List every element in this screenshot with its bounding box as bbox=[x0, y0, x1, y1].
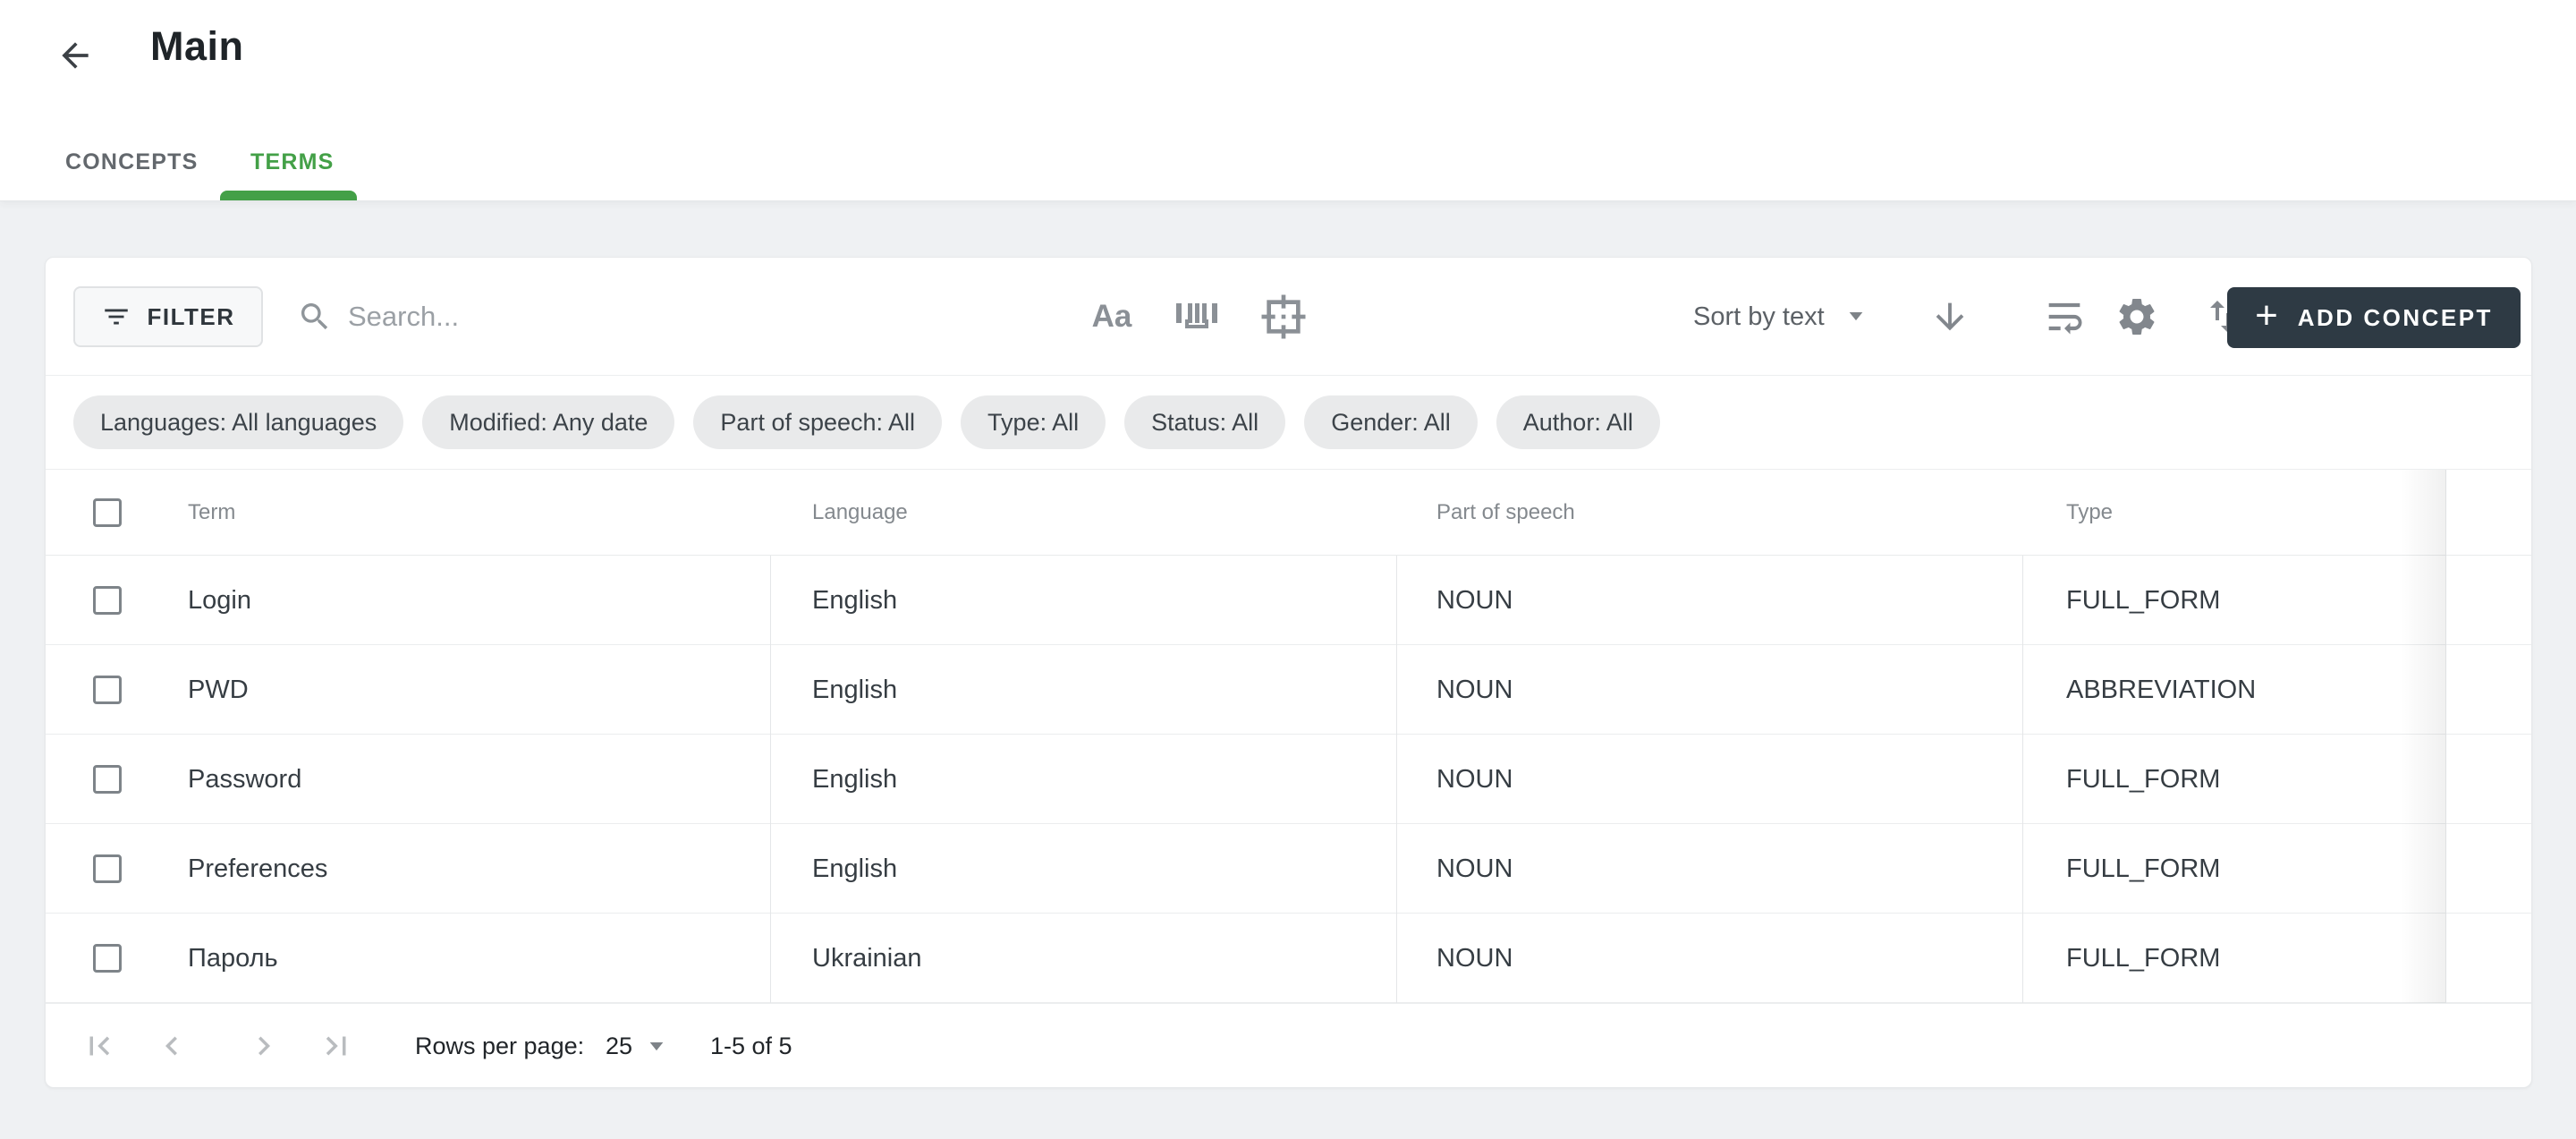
back-button[interactable] bbox=[50, 30, 100, 81]
add-concept-label: ADD CONCEPT bbox=[2298, 304, 2493, 332]
first-page-icon bbox=[80, 1027, 118, 1065]
chip-modified[interactable]: Modified: Any date bbox=[422, 395, 674, 449]
chip-author[interactable]: Author: All bbox=[1496, 395, 1660, 449]
last-page-button[interactable] bbox=[317, 1026, 356, 1066]
row-checkbox[interactable] bbox=[93, 765, 122, 794]
chip-part-of-speech[interactable]: Part of speech: All bbox=[693, 395, 942, 449]
table-header: Term Language Part of speech Type bbox=[46, 470, 2531, 556]
cell-term: Login bbox=[188, 556, 251, 645]
column-header-language: Language bbox=[812, 470, 908, 556]
table-row[interactable]: Login English NOUN FULL_FORM bbox=[46, 556, 2531, 645]
content-area: FILTER Aa bbox=[0, 200, 2576, 1139]
row-checkbox[interactable] bbox=[93, 676, 122, 704]
cell-language: Ukrainian bbox=[812, 914, 922, 1003]
whole-word-button[interactable] bbox=[1167, 292, 1224, 342]
row-checkbox[interactable] bbox=[93, 586, 122, 615]
cell-term: Пароль bbox=[188, 914, 278, 1003]
chip-type[interactable]: Type: All bbox=[961, 395, 1106, 449]
tab-terms[interactable]: TERMS bbox=[250, 141, 335, 183]
arrow-down-icon bbox=[1929, 296, 1970, 337]
gear-icon bbox=[2114, 294, 2159, 339]
table-row[interactable]: PWD English NOUN ABBREVIATION bbox=[46, 645, 2531, 735]
cell-language: English bbox=[812, 824, 897, 914]
filter-chips-row: Languages: All languages Modified: Any d… bbox=[46, 376, 2531, 469]
cell-language: English bbox=[812, 645, 897, 735]
app-root: Main CONCEPTS TERMS FILTER Aa bbox=[0, 0, 2576, 1139]
row-checkbox[interactable] bbox=[93, 944, 122, 973]
last-page-icon bbox=[318, 1027, 355, 1065]
cell-term: Password bbox=[188, 735, 301, 824]
caret-down-icon[interactable] bbox=[647, 1041, 666, 1054]
tab-concepts[interactable]: CONCEPTS bbox=[65, 141, 199, 183]
pagination-range: 1-5 of 5 bbox=[710, 1004, 792, 1089]
cell-part-of-speech: NOUN bbox=[1436, 645, 1513, 735]
chevron-right-icon bbox=[245, 1027, 283, 1065]
table-footer: Rows per page: 25 1-5 of 5 bbox=[46, 1003, 2531, 1088]
rows-per-page-label: Rows per page: bbox=[415, 1004, 584, 1089]
chevron-left-icon bbox=[153, 1027, 191, 1065]
previous-page-button[interactable] bbox=[152, 1026, 191, 1066]
sort-by-select[interactable]: Sort by text bbox=[1693, 290, 1866, 344]
exact-match-button[interactable] bbox=[1255, 292, 1312, 342]
cell-part-of-speech: NOUN bbox=[1436, 914, 1513, 1003]
column-divider bbox=[770, 556, 771, 1003]
column-header-part-of-speech: Part of speech bbox=[1436, 470, 1575, 556]
whole-word-icon bbox=[1171, 296, 1221, 337]
chip-languages[interactable]: Languages: All languages bbox=[73, 395, 403, 449]
table-row[interactable]: Preferences English NOUN FULL_FORM bbox=[46, 824, 2531, 914]
filter-button[interactable]: FILTER bbox=[73, 286, 263, 347]
rows-per-page-select[interactable]: 25 bbox=[606, 1004, 632, 1089]
cell-type: FULL_FORM bbox=[2066, 914, 2220, 1003]
column-header-term: Term bbox=[188, 470, 235, 556]
column-divider bbox=[2022, 556, 2023, 1003]
caret-down-icon bbox=[1846, 310, 1866, 324]
page-title: Main bbox=[150, 23, 244, 70]
match-case-button[interactable]: Aa bbox=[1074, 292, 1149, 342]
column-divider bbox=[1396, 556, 1397, 1003]
select-all-checkbox[interactable] bbox=[93, 498, 122, 527]
terms-panel: FILTER Aa bbox=[45, 257, 2532, 1088]
chip-gender[interactable]: Gender: All bbox=[1304, 395, 1478, 449]
wrap-text-button[interactable] bbox=[2036, 288, 2093, 345]
cell-part-of-speech: NOUN bbox=[1436, 556, 1513, 645]
pinned-column-divider bbox=[2445, 470, 2446, 1003]
arrow-left-icon bbox=[55, 36, 95, 75]
wrap-text-icon bbox=[2041, 293, 2088, 340]
plus-icon: + bbox=[2255, 296, 2278, 336]
sort-by-label: Sort by text bbox=[1693, 302, 1825, 332]
cell-term: PWD bbox=[188, 645, 249, 735]
first-page-button[interactable] bbox=[80, 1026, 119, 1066]
cell-part-of-speech: NOUN bbox=[1436, 735, 1513, 824]
column-header-type: Type bbox=[2066, 470, 2113, 556]
table-row[interactable]: Password English NOUN FULL_FORM bbox=[46, 735, 2531, 824]
filter-icon bbox=[101, 302, 131, 332]
table-row[interactable]: Пароль Ukrainian NOUN FULL_FORM bbox=[46, 914, 2531, 1003]
filter-button-label: FILTER bbox=[147, 303, 234, 331]
sort-direction-button[interactable] bbox=[1921, 288, 1979, 345]
search-icon bbox=[297, 299, 333, 335]
cell-type: ABBREVIATION bbox=[2066, 645, 2256, 735]
cell-type: FULL_FORM bbox=[2066, 735, 2220, 824]
chip-status[interactable]: Status: All bbox=[1124, 395, 1285, 449]
toolbar: FILTER Aa bbox=[46, 258, 2531, 376]
cell-language: English bbox=[812, 735, 897, 824]
row-checkbox[interactable] bbox=[93, 854, 122, 883]
cell-type: FULL_FORM bbox=[2066, 824, 2220, 914]
focus-frame-icon bbox=[1258, 292, 1309, 342]
active-tab-indicator bbox=[220, 191, 357, 200]
page-header: Main CONCEPTS TERMS bbox=[0, 0, 2576, 200]
next-page-button[interactable] bbox=[244, 1026, 284, 1066]
cell-part-of-speech: NOUN bbox=[1436, 824, 1513, 914]
cell-type: FULL_FORM bbox=[2066, 556, 2220, 645]
search-input[interactable] bbox=[348, 288, 956, 345]
cell-term: Preferences bbox=[188, 824, 327, 914]
add-concept-button[interactable]: + ADD CONCEPT bbox=[2227, 287, 2521, 348]
settings-button[interactable] bbox=[2108, 288, 2165, 345]
cell-language: English bbox=[812, 556, 897, 645]
